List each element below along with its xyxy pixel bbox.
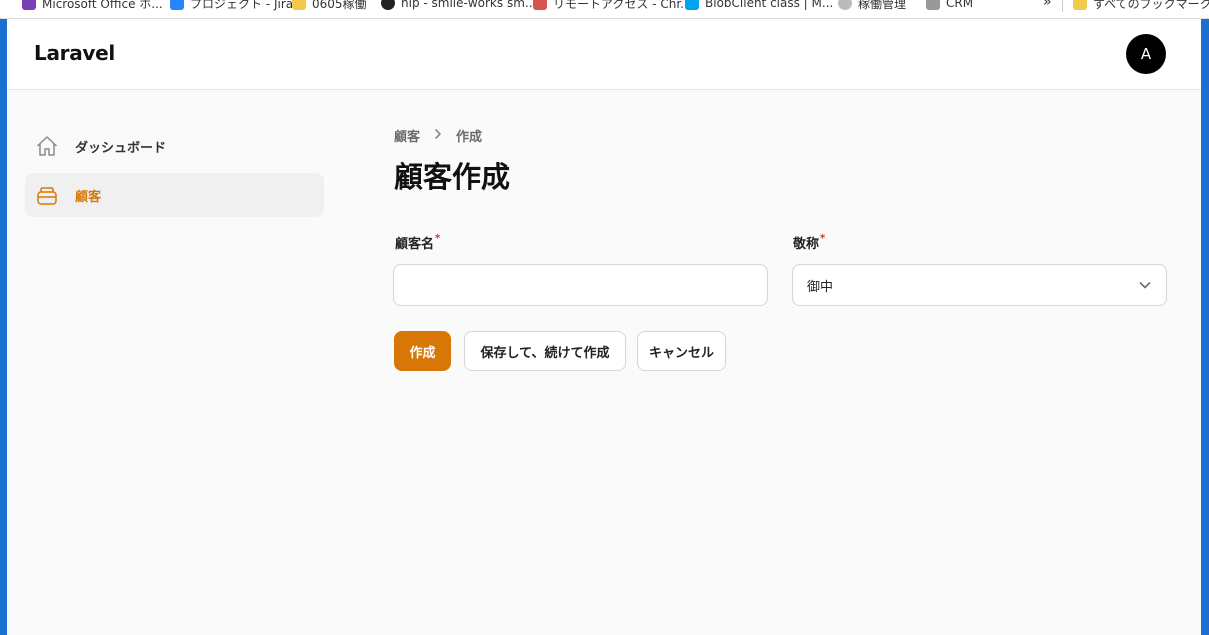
page-icon: [926, 0, 940, 10]
bookmark-label: リモートアクセス - Chr...: [553, 0, 692, 11]
top-navbar: Laravel A: [7, 19, 1201, 90]
bookmark-label: nip - smile-works sm...: [401, 0, 537, 10]
home-icon: [35, 134, 59, 158]
sidebar-item-customers[interactable]: 顧客: [25, 173, 324, 217]
bookmark-item[interactable]: 稼働管理: [838, 0, 906, 12]
sidebar-item-dashboard[interactable]: ダッシュボード: [25, 124, 324, 168]
github-icon: [381, 0, 395, 10]
bookmark-label: 0605稼働: [312, 0, 367, 11]
microsoft-icon: [685, 0, 699, 10]
breadcrumb: 顧客 作成: [394, 126, 482, 145]
create-button[interactable]: 作成: [394, 331, 451, 371]
sidebar-item-label: ダッシュボード: [75, 140, 167, 156]
breadcrumb-link-customers[interactable]: 顧客: [394, 126, 420, 145]
customer-name-input[interactable]: [393, 264, 768, 306]
folder-icon: [1073, 0, 1087, 10]
bookmark-item[interactable]: プロジェクト - Jira: [170, 0, 293, 12]
sidebar-item-label: 顧客: [75, 189, 102, 205]
bookmarks-divider: [1062, 0, 1063, 12]
bookmark-item[interactable]: nip - smile-works sm...: [381, 0, 536, 12]
office-icon: [22, 0, 36, 10]
user-avatar[interactable]: A: [1126, 34, 1166, 74]
customer-name-label: 顧客名*: [395, 233, 440, 252]
honorific-label: 敬称*: [793, 233, 825, 252]
all-bookmarks-label: すべてのブックマーク: [1093, 0, 1209, 11]
app-window: Laravel A ダッシュボード 顧客 顧客 作成 顧客作成 顧客名* 敬称*…: [7, 19, 1201, 635]
honorific-label-text: 敬称: [793, 237, 820, 252]
cancel-button[interactable]: キャンセル: [637, 331, 726, 371]
bookmark-item[interactable]: リモートアクセス - Chr...: [533, 0, 692, 12]
jira-icon: [170, 0, 184, 10]
brand-logo[interactable]: Laravel: [34, 41, 115, 65]
honorific-selected-value: 御中: [807, 279, 834, 295]
bookmark-item[interactable]: BlobClient class | M...: [685, 0, 833, 12]
bookmark-item[interactable]: 0605稼働: [292, 0, 367, 12]
bookmark-label: Microsoft Office ホ...: [42, 0, 163, 11]
bookmark-label: CRM: [946, 0, 974, 10]
required-mark: *: [435, 233, 441, 244]
clock-icon: [838, 0, 852, 10]
breadcrumb-current: 作成: [456, 130, 483, 145]
bookmark-item[interactable]: Microsoft Office ホ...: [22, 0, 163, 12]
inbox-stack-icon: [35, 183, 59, 207]
bookmark-label: BlobClient class | M...: [705, 0, 834, 10]
bookmark-label: 稼働管理: [858, 0, 907, 11]
folder-icon: [292, 0, 306, 10]
bookmarks-bar: Microsoft Office ホ... プロジェクト - Jira 0605…: [0, 0, 1209, 19]
bookmark-item[interactable]: CRM: [926, 0, 973, 12]
bookmark-label: プロジェクト - Jira: [190, 0, 294, 11]
chrome-remote-icon: [533, 0, 547, 10]
customer-name-label-text: 顧客名: [395, 237, 435, 252]
chevron-right-icon: [432, 128, 444, 144]
chevron-down-icon: [1138, 278, 1152, 296]
required-mark: *: [820, 233, 826, 244]
honorific-select[interactable]: 御中: [792, 264, 1167, 306]
bookmarks-overflow-button[interactable]: »: [1043, 0, 1052, 10]
all-bookmarks-button[interactable]: すべてのブックマーク: [1073, 0, 1209, 12]
page-title: 顧客作成: [394, 160, 511, 194]
save-and-continue-button[interactable]: 保存して、続けて作成: [464, 331, 626, 371]
